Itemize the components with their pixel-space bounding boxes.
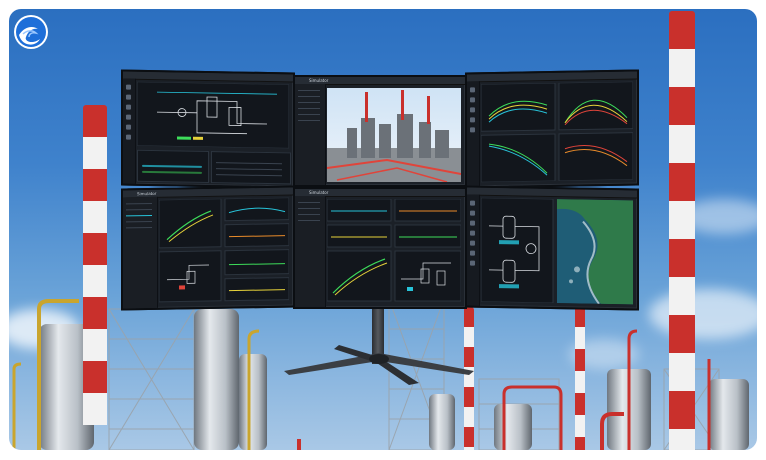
chimney [83,105,107,425]
dashboard-tiles [327,199,461,302]
schematic-diagram [137,81,289,149]
app-brand: Simulator [309,78,329,83]
screen-sidebar [467,194,480,306]
trend-tile [137,149,209,184]
screen-titlebar [123,71,293,83]
screen-sidebar [295,84,326,185]
display-wall: Simulator Simulator Simulator [121,69,639,311]
plant-3d-render [327,88,461,182]
performance-curves [481,81,633,183]
chimney [575,305,585,450]
screen-titlebar [467,187,637,199]
screen-process-schematic [121,69,295,189]
trend-tile [211,151,291,185]
dashboard-tiles [159,197,289,303]
screen-3d-plant-view: Simulator [293,75,467,187]
monitor-stand-base [284,345,474,385]
screen-curve-charts [465,69,639,189]
screen-dashboard-middle: Simulator [293,187,467,309]
screen-sidebar [467,81,480,187]
screen-dashboard-left: Simulator [121,185,295,311]
screen-sidebar [295,196,326,307]
screen-titlebar [467,71,637,83]
app-brand: Simulator [137,190,157,197]
screen-schematic-and-map [465,185,639,311]
app-brand: Simulator [309,190,329,195]
chimney [669,11,695,450]
photo-scene: Simulator Simulator Simulator [9,9,757,450]
unit-schematic [481,197,633,305]
screen-sidebar [123,196,158,309]
screen-sidebar [123,78,136,184]
